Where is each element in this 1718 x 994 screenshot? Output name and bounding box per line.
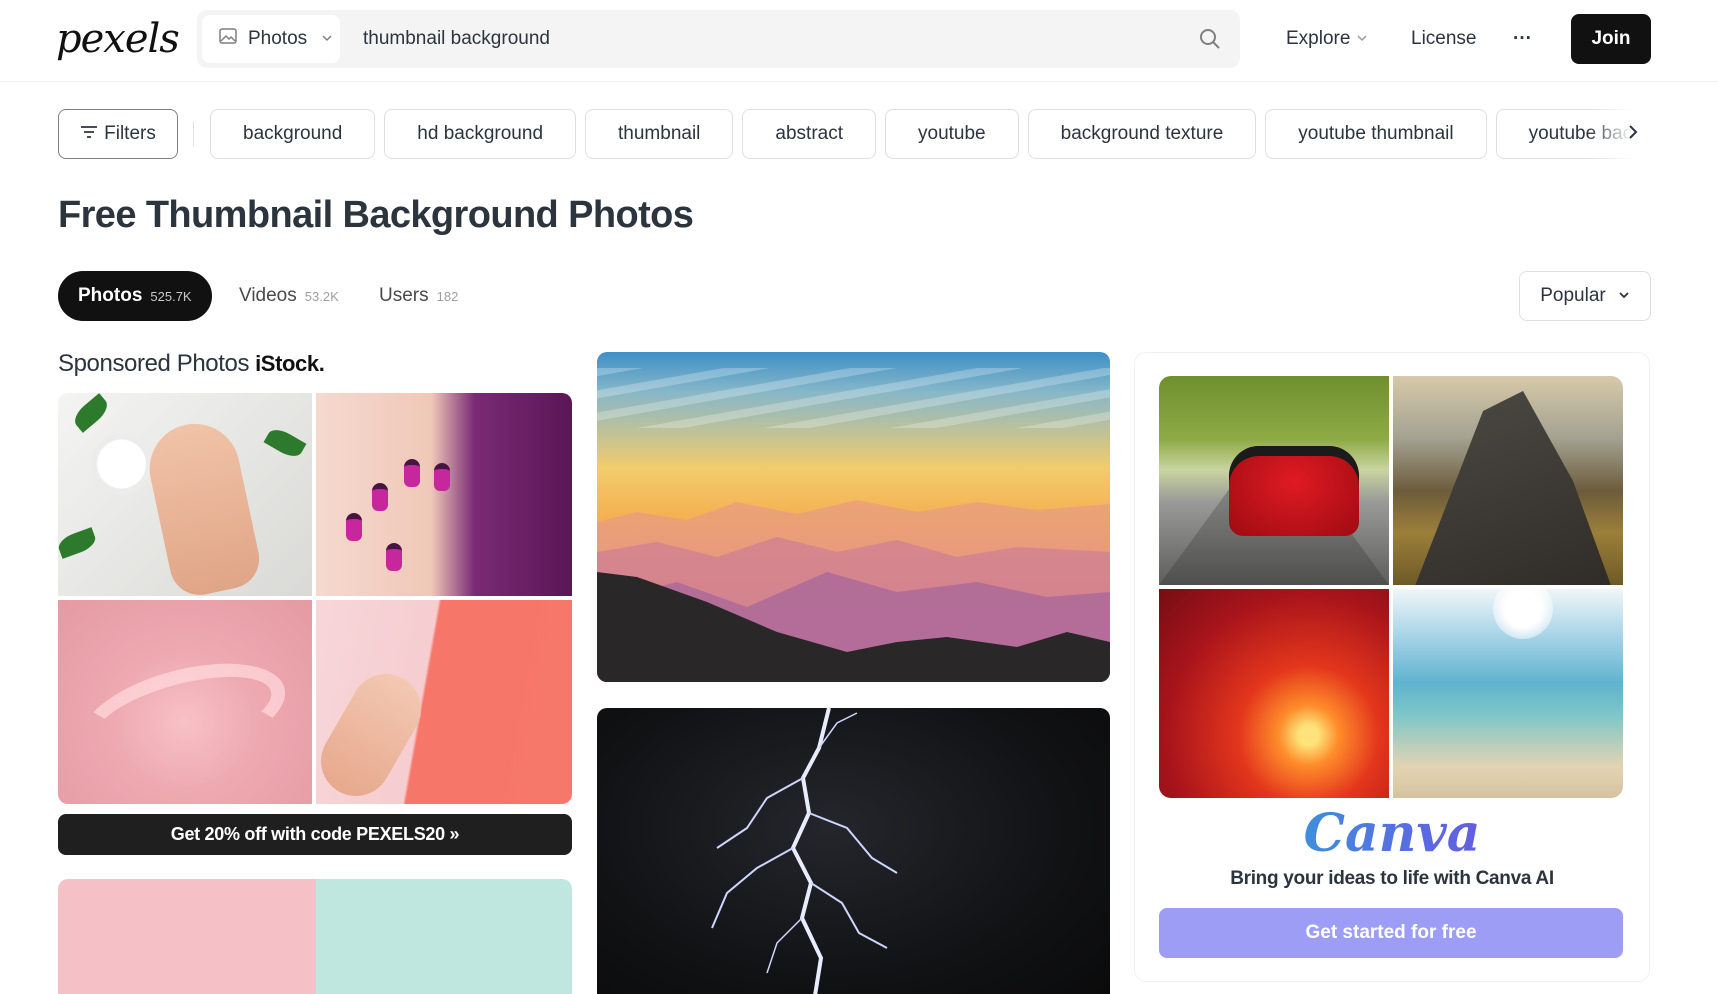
car-shape <box>1229 446 1359 536</box>
chip-youtube[interactable]: youtube <box>885 109 1019 159</box>
mountain-silhouettes <box>597 500 1110 682</box>
photo-mountain-sunset[interactable] <box>597 352 1110 682</box>
leaf-shape <box>263 424 307 462</box>
top-header: pexels Photos thumbnail background Explo… <box>0 0 1718 82</box>
tab-videos[interactable]: Videos 53.2K <box>239 271 339 321</box>
sponsored-photo-grid <box>58 393 572 804</box>
page-title: Free Thumbnail Background Photos <box>58 194 694 236</box>
canva-photo-sea-wave <box>1393 589 1623 798</box>
nail-shape <box>434 463 450 491</box>
nail-shape <box>404 459 420 487</box>
photo-lightning[interactable] <box>597 708 1110 994</box>
canva-logo: Canva <box>1135 803 1649 864</box>
sponsored-photo-pastel[interactable] <box>58 879 572 994</box>
promo-code-button[interactable]: Get 20% off with code PEXELS20 » <box>58 814 572 855</box>
search-bar: Photos thumbnail background <box>197 10 1240 68</box>
join-button[interactable]: Join <box>1571 14 1651 64</box>
lightning-bolt <box>711 708 898 994</box>
leaf-shape <box>58 527 99 559</box>
canva-image-grid <box>1159 376 1623 798</box>
nav-license[interactable]: License <box>1411 22 1477 56</box>
tab-users-label: Users <box>379 285 429 306</box>
sponsored-heading: Sponsored Photos iStock. <box>58 350 325 378</box>
tab-videos-count: 53.2K <box>304 288 339 304</box>
tab-users-count: 182 <box>436 288 459 304</box>
sort-dropdown[interactable]: Popular <box>1519 271 1651 321</box>
sponsored-photo-pink-cream[interactable] <box>58 600 312 804</box>
chevron-down-icon <box>1356 28 1368 50</box>
chip-abstract[interactable]: abstract <box>742 109 876 159</box>
sponsored-photo-cream-hands[interactable] <box>58 393 312 596</box>
chip-youtube-thumbnail[interactable]: youtube thumbnail <box>1265 109 1487 159</box>
canva-photo-mountain <box>1393 376 1623 585</box>
filters-button[interactable]: Filters <box>58 109 178 159</box>
nail-shape <box>386 543 402 571</box>
tab-photos-count: 525.7K <box>150 288 192 304</box>
filter-icon <box>80 123 98 145</box>
related-search-chips: background hd background thumbnail abstr… <box>210 109 1652 159</box>
chips-fade <box>1588 109 1652 159</box>
nail-shape <box>346 513 362 541</box>
leaf-shape <box>70 393 112 433</box>
nav-explore[interactable]: Explore <box>1286 22 1368 56</box>
tab-photos-label: Photos <box>78 285 143 306</box>
canva-ad-card[interactable]: Canva Bring your ideas to life with Canv… <box>1134 352 1650 982</box>
istock-logo[interactable]: iStock. <box>255 351 325 377</box>
chip-hd-background[interactable]: hd background <box>384 109 577 159</box>
canva-get-started-button[interactable]: Get started for free <box>1159 908 1623 958</box>
chip-thumbnail[interactable]: thumbnail <box>585 109 734 159</box>
chevron-down-icon <box>1618 285 1630 307</box>
canva-photo-red-car <box>1159 376 1389 585</box>
chip-background[interactable]: background <box>210 109 376 159</box>
swirl-shape <box>69 644 297 786</box>
canva-photo-sunset-clouds <box>1159 589 1389 798</box>
search-type-label: Photos <box>248 28 308 49</box>
search-icon[interactable] <box>1198 27 1222 56</box>
chevron-down-icon <box>321 28 333 50</box>
tab-photos[interactable]: Photos 525.7K <box>58 271 212 321</box>
tab-videos-label: Videos <box>239 285 297 306</box>
nail-shape <box>372 483 388 511</box>
sort-label: Popular <box>1540 285 1606 306</box>
filters-label: Filters <box>104 123 156 144</box>
chevron-right-icon[interactable] <box>1626 122 1640 148</box>
canva-tagline: Bring your ideas to life with Canva AI <box>1230 868 1554 889</box>
tab-users[interactable]: Users 182 <box>379 271 458 321</box>
hand-shape <box>141 415 265 596</box>
sponsored-photo-coral-hands[interactable] <box>316 600 572 804</box>
chips-divider <box>193 122 194 146</box>
sponsored-title: Sponsored Photos <box>58 350 250 377</box>
chip-background-texture[interactable]: background texture <box>1027 109 1257 159</box>
sun-shape <box>1493 589 1553 639</box>
image-icon <box>218 26 238 52</box>
nav-explore-label: Explore <box>1286 28 1351 49</box>
peak-shape <box>1413 391 1613 585</box>
more-menu-icon[interactable]: ··· <box>1513 22 1532 56</box>
search-type-dropdown[interactable]: Photos <box>202 15 340 63</box>
sponsored-photo-purple-nails[interactable] <box>316 393 572 596</box>
search-input[interactable]: thumbnail background <box>363 10 550 68</box>
pexels-logo[interactable]: pexels <box>56 16 180 62</box>
hand-shape <box>316 661 434 804</box>
